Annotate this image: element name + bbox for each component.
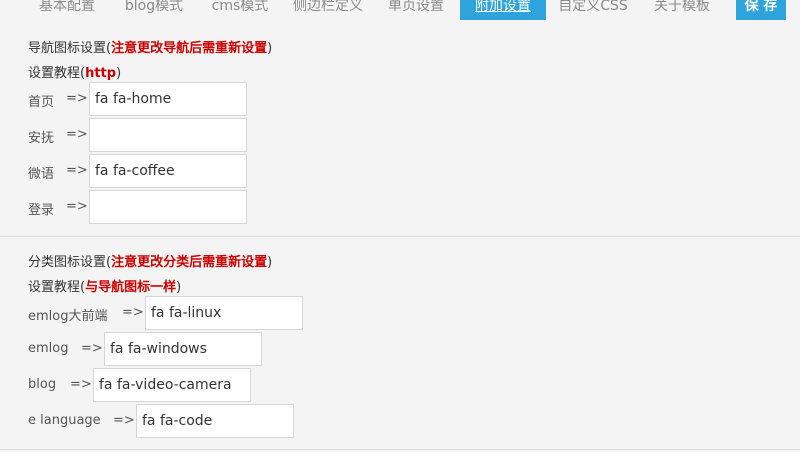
category-row-arrow: => (122, 305, 144, 320)
category-row-arrow: => (81, 341, 103, 356)
tab-custom-css[interactable]: 自定义CSS (548, 0, 638, 20)
category-row-label: emlog (28, 341, 69, 356)
category-row-label: blog (28, 377, 57, 392)
nav-icon-section-title: 导航图标设置(注意更改导航后需重新设置) (28, 37, 272, 56)
nav-tutorial-link[interactable]: http (85, 66, 116, 81)
nav-row-arrow: => (66, 163, 88, 178)
category-title-note: 注意更改分类后需重新设置 (111, 255, 268, 270)
tab-about-template[interactable]: 关于模板 (640, 0, 724, 20)
category-tutorial-note: 与导航图标一样 (85, 280, 177, 295)
settings-tab-bar: 基本配置 blog模式 cms模式 侧边栏定义 单页设置 附加设置 自定义CSS… (0, 0, 800, 20)
tab-sidebar-definition[interactable]: 侧边栏定义 (284, 0, 372, 20)
nav-home-icon-input[interactable]: fa fa-home (89, 82, 247, 116)
save-button[interactable]: 保 存 (736, 0, 786, 20)
category-blog-icon-input[interactable]: fa fa-video-camera (93, 368, 251, 402)
nav-tutorial-prefix: 设置教程( (28, 66, 86, 81)
nav-row-label: 微语 (28, 167, 55, 182)
category-row-label: emlog大前端 (28, 309, 108, 324)
nav-row-label: 登录 (28, 203, 55, 218)
nav-row-arrow: => (66, 91, 88, 106)
nav-anfu-icon-input[interactable] (89, 118, 247, 152)
category-row-label: e language (28, 413, 101, 428)
category-row-arrow: => (113, 413, 135, 428)
category-title-prefix: 分类图标设置( (28, 255, 112, 270)
category-icon-section-title: 分类图标设置(注意更改分类后需重新设置) (28, 251, 272, 270)
nav-login-icon-input[interactable] (89, 190, 247, 224)
tab-blog-mode[interactable]: blog模式 (112, 0, 196, 20)
nav-title-suffix: ) (267, 41, 273, 56)
category-tutorial-suffix: ) (176, 280, 182, 295)
category-tutorial-line: 设置教程(与导航图标一样) (28, 276, 181, 295)
tab-single-page[interactable]: 单页设置 (374, 0, 458, 20)
category-title-suffix: ) (267, 255, 273, 270)
nav-row-label: 安抚 (28, 131, 55, 146)
nav-tutorial-line: 设置教程(http) (28, 62, 121, 81)
section-divider (0, 236, 800, 237)
category-tutorial-prefix: 设置教程( (28, 280, 86, 295)
tab-extra-settings[interactable]: 附加设置 (460, 0, 546, 20)
nav-title-note: 注意更改导航后需重新设置 (111, 41, 268, 56)
tab-cms-mode[interactable]: cms模式 (198, 0, 282, 20)
category-elanguage-icon-input[interactable]: fa fa-code (136, 404, 294, 438)
tab-basic-config[interactable]: 基本配置 (24, 0, 110, 20)
nav-tutorial-suffix: ) (116, 66, 122, 81)
category-emlog-frontend-icon-input[interactable]: fa fa-linux (145, 296, 303, 330)
section-divider (0, 449, 800, 450)
category-row-arrow: => (70, 377, 92, 392)
nav-title-prefix: 导航图标设置( (28, 41, 112, 56)
nav-row-arrow: => (66, 199, 88, 214)
nav-weiyu-icon-input[interactable]: fa fa-coffee (89, 154, 247, 188)
nav-row-label: 首页 (28, 95, 55, 110)
nav-row-arrow: => (66, 127, 88, 142)
category-emlog-icon-input[interactable]: fa fa-windows (104, 332, 262, 366)
